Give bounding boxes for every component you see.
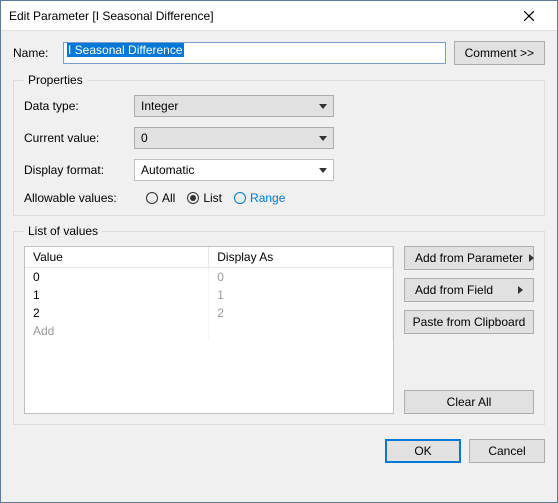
radio-range-label: Range <box>250 191 285 205</box>
close-button[interactable] <box>509 4 549 28</box>
paste-from-clipboard-button[interactable]: Paste from Clipboard <box>404 310 534 334</box>
chevron-right-icon <box>529 254 534 262</box>
radio-all[interactable]: All <box>146 191 175 205</box>
table-row[interactable]: 2 2 <box>25 304 393 322</box>
current-value-label: Current value: <box>24 131 134 145</box>
display-format-select[interactable]: Automatic <box>134 159 334 181</box>
dialog-window: Edit Parameter [I Seasonal Difference] N… <box>0 0 558 503</box>
chevron-down-icon <box>319 168 327 173</box>
add-placeholder[interactable]: Add <box>25 322 209 340</box>
col-value-header[interactable]: Value <box>25 247 209 268</box>
table-header-row: Value Display As <box>25 247 393 268</box>
radio-list-label: List <box>203 191 222 205</box>
dialog-body: Name: I Seasonal Difference Comment >> P… <box>1 31 557 502</box>
radio-icon <box>146 192 158 204</box>
chevron-down-icon <box>319 104 327 109</box>
spacer <box>404 342 534 382</box>
display-format-label: Display format: <box>24 163 134 177</box>
cell-value[interactable]: 0 <box>25 268 209 287</box>
data-type-select[interactable]: Integer <box>134 95 334 117</box>
clear-all-button[interactable]: Clear All <box>404 390 534 414</box>
table-row[interactable]: 1 1 <box>25 286 393 304</box>
cell-empty <box>209 322 393 340</box>
side-buttons: Add from Parameter Add from Field Paste … <box>404 246 534 414</box>
radio-all-label: All <box>162 191 175 205</box>
current-value-value: 0 <box>141 131 319 145</box>
current-value-select[interactable]: 0 <box>134 127 334 149</box>
list-of-values-legend: List of values <box>24 224 102 238</box>
radio-list[interactable]: List <box>187 191 222 205</box>
current-value-row: Current value: 0 <box>24 127 534 149</box>
data-type-label: Data type: <box>24 99 134 113</box>
cell-value[interactable]: 2 <box>25 304 209 322</box>
comment-button[interactable]: Comment >> <box>454 41 545 65</box>
cell-display[interactable]: 1 <box>209 286 393 304</box>
titlebar: Edit Parameter [I Seasonal Difference] <box>1 1 557 31</box>
cancel-button[interactable]: Cancel <box>469 439 545 463</box>
add-from-field-button[interactable]: Add from Field <box>404 278 534 302</box>
name-input-value: I Seasonal Difference <box>67 43 184 57</box>
dialog-footer: OK Cancel <box>13 433 545 463</box>
data-type-row: Data type: Integer <box>24 95 534 117</box>
properties-legend: Properties <box>24 73 87 87</box>
cell-display[interactable]: 2 <box>209 304 393 322</box>
cell-display[interactable]: 0 <box>209 268 393 287</box>
table-row[interactable]: 0 0 <box>25 268 393 287</box>
radio-range[interactable]: Range <box>234 191 285 205</box>
values-table: Value Display As 0 0 1 1 <box>25 247 393 340</box>
name-row: Name: I Seasonal Difference Comment >> <box>13 41 545 65</box>
display-format-value: Automatic <box>141 163 319 177</box>
data-type-value: Integer <box>141 99 319 113</box>
allowable-values-row: Allowable values: All List Range <box>24 191 534 205</box>
radio-icon-checked <box>187 192 199 204</box>
chevron-down-icon <box>319 136 327 141</box>
cell-value[interactable]: 1 <box>25 286 209 304</box>
chevron-right-icon <box>518 286 523 294</box>
window-title: Edit Parameter [I Seasonal Difference] <box>9 9 509 23</box>
radio-icon <box>234 192 246 204</box>
close-icon <box>524 11 534 21</box>
list-of-values-fieldset: List of values Value Display As 0 <box>13 224 545 425</box>
ok-button[interactable]: OK <box>385 439 461 463</box>
properties-fieldset: Properties Data type: Integer Current va… <box>13 73 545 216</box>
add-from-parameter-button[interactable]: Add from Parameter <box>404 246 534 270</box>
name-label: Name: <box>13 46 55 60</box>
values-table-wrap: Value Display As 0 0 1 1 <box>24 246 394 414</box>
col-display-header[interactable]: Display As <box>209 247 393 268</box>
name-input[interactable]: I Seasonal Difference <box>63 42 446 64</box>
list-area: Value Display As 0 0 1 1 <box>24 246 534 414</box>
table-row-add[interactable]: Add <box>25 322 393 340</box>
display-format-row: Display format: Automatic <box>24 159 534 181</box>
allowable-values-label: Allowable values: <box>24 191 134 205</box>
